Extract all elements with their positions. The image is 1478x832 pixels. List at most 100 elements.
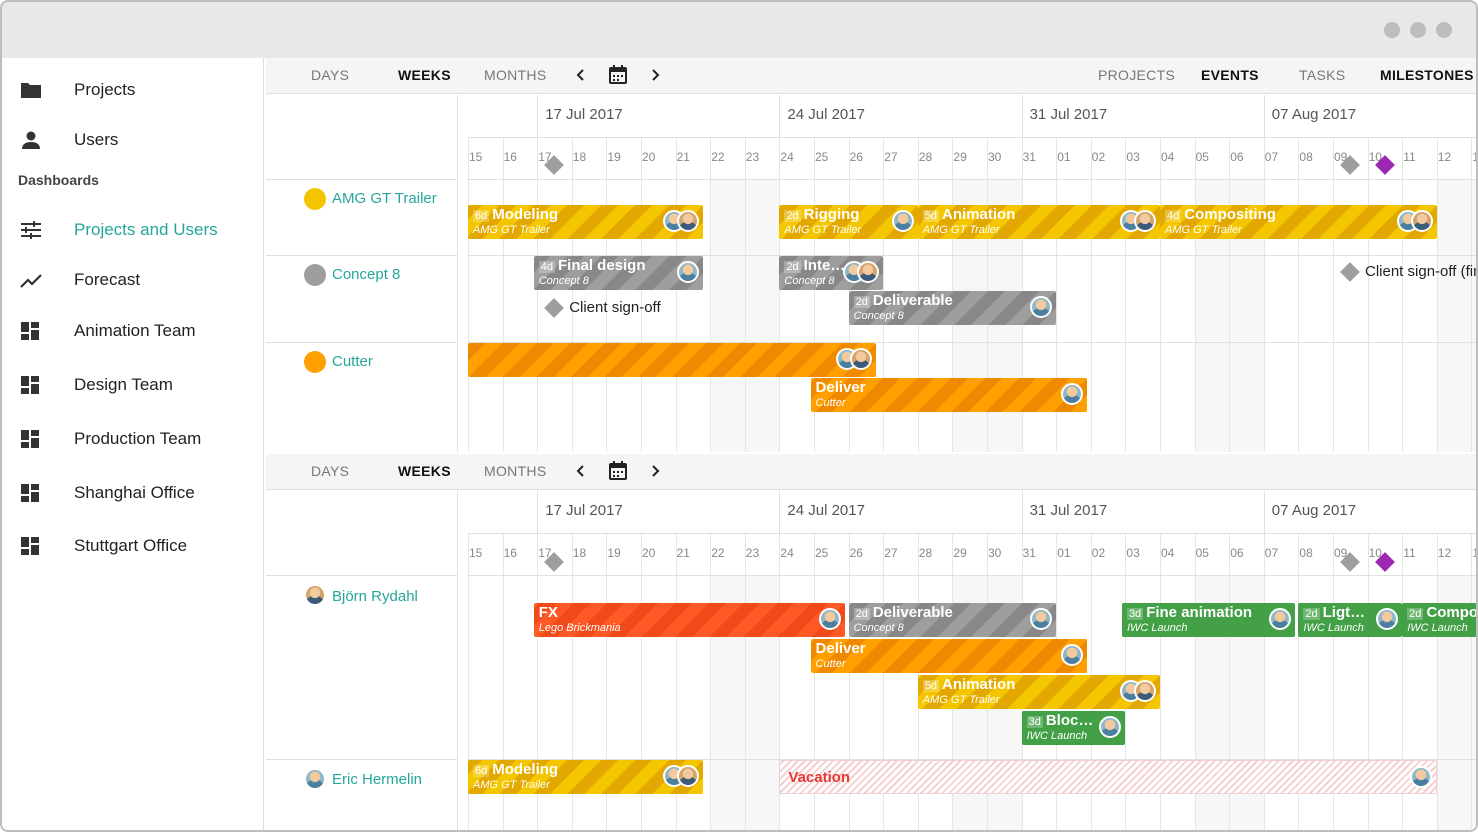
day-gridline xyxy=(1333,137,1334,452)
sidebar-item-production-team[interactable]: Production Team xyxy=(2,419,264,459)
task-bar-lighting[interactable]: 2d Ligt… IWC Launch xyxy=(1298,603,1403,637)
task-bar-fine-animation[interactable]: 3d Fine animation IWC Launch xyxy=(1121,603,1295,637)
bar-title: 2d Deliverable xyxy=(853,292,953,309)
day-label: 11 xyxy=(1403,546,1416,560)
sidebar-item-shanghai-office[interactable]: Shanghai Office xyxy=(2,473,264,513)
day-label: 30 xyxy=(988,150,1002,164)
sidebar-item-design-team[interactable]: Design Team xyxy=(2,365,264,405)
bar-title-text: Bloc… xyxy=(1045,712,1094,729)
task-bar-rigging[interactable]: 2d Rigging AMG GT Trailer xyxy=(779,205,918,239)
assignee-avatar xyxy=(677,765,700,787)
task-bar-integration[interactable]: 2d Inte… Concept 8 xyxy=(779,256,884,290)
days-view-button[interactable]: DAYS xyxy=(311,463,349,479)
day-label: 27 xyxy=(884,150,898,164)
months-view-button[interactable]: MONTHS xyxy=(484,463,546,479)
days-view-button[interactable]: DAYS xyxy=(311,67,349,83)
task-bar-cutter[interactable] xyxy=(468,343,877,377)
bar-duration: 2d xyxy=(784,210,801,222)
task-bar-blocking[interactable]: 3d Bloc… IWC Launch xyxy=(1021,711,1126,745)
row-divider xyxy=(266,179,458,180)
sidebar-item-users[interactable]: Users xyxy=(2,120,264,160)
sidebar-item-stuttgart-office[interactable]: Stuttgart Office xyxy=(2,526,264,566)
window-control-dot[interactable] xyxy=(1384,22,1400,38)
sidebar-item-animation-team[interactable]: Animation Team xyxy=(2,311,264,351)
chevron-left-icon[interactable] xyxy=(570,460,592,482)
window-control-dot[interactable] xyxy=(1410,22,1426,38)
row-name-concept-8[interactable]: Concept 8 xyxy=(332,266,400,283)
task-bar-deliverable[interactable]: 2d Deliverable Concept 8 xyxy=(848,291,1057,325)
chevron-right-icon[interactable] xyxy=(644,64,666,86)
row-name-eric-hermelin[interactable]: Eric Hermelin xyxy=(332,771,422,788)
calendar-icon[interactable] xyxy=(607,64,629,86)
bar-duration: 2d xyxy=(853,608,870,620)
row-name-bjorn-rydahl[interactable]: Björn Rydahl xyxy=(332,588,418,605)
projects-filter-button[interactable]: PROJECTS xyxy=(1098,67,1175,83)
day-label: 04 xyxy=(1161,546,1175,560)
task-bar-deliverable[interactable]: 2d Deliverable Concept 8 xyxy=(848,603,1057,637)
milestone-diamond-icon[interactable] xyxy=(1340,262,1360,282)
task-bar-animation[interactable]: 5d Animation AMG GT Trailer xyxy=(917,675,1160,709)
task-bar-modeling[interactable]: 6d Modeling AMG GT Trailer xyxy=(468,205,704,239)
events-filter-button[interactable]: EVENTS xyxy=(1201,67,1259,83)
window-control-dot[interactable] xyxy=(1436,22,1452,38)
task-bar-compositing[interactable]: 4d Compositing AMG GT Trailer xyxy=(1160,205,1437,239)
calendar-icon[interactable] xyxy=(607,460,629,482)
task-bar-fx[interactable]: FX Lego Brickmania xyxy=(533,603,846,637)
task-bar-deliver[interactable]: Deliver Cutter xyxy=(810,378,1088,412)
day-gridline xyxy=(744,137,746,452)
row-label-column: Björn Rydahl Eric Hermelin xyxy=(266,491,458,830)
week-divider xyxy=(779,95,781,137)
sidebar-item-projects-and-users[interactable]: Projects and Users xyxy=(2,210,264,250)
task-bar-modeling[interactable]: 6d Modeling AMG GT Trailer xyxy=(468,760,704,794)
project-color-dot xyxy=(304,351,326,373)
timeline-grid: 15 16 17 18 19 20 21 22 23 24 25 26 27 28 29 30 31 01 02 03… xyxy=(468,491,1476,830)
header-divider xyxy=(468,137,1476,138)
day-label: 19 xyxy=(607,546,621,560)
weeks-view-button[interactable]: WEEKS xyxy=(398,67,451,83)
week-label: 24 Jul 2017 xyxy=(787,502,865,519)
day-label: 23 xyxy=(745,546,760,560)
bar-title: Vacation xyxy=(788,769,850,786)
day-label: 25 xyxy=(815,546,829,560)
weeks-view-button[interactable]: WEEKS xyxy=(398,463,451,479)
bar-subtitle: AMG GT Trailer xyxy=(1165,224,1242,236)
project-color-dot xyxy=(304,264,326,286)
week-label: 07 Aug 2017 xyxy=(1271,502,1357,519)
day-label: 07 xyxy=(1264,546,1279,560)
bar-subtitle: Cutter xyxy=(815,397,846,409)
day-label: 11 xyxy=(1403,150,1416,164)
bar-title: Deliver xyxy=(816,640,866,657)
day-label: 05 xyxy=(1195,150,1209,164)
day-label: 31 xyxy=(1022,150,1036,164)
sidebar-item-forecast[interactable]: Forecast xyxy=(2,260,264,300)
day-gridline xyxy=(641,137,642,452)
row-name-amg-gt-trailer[interactable]: AMG GT Trailer xyxy=(332,190,437,207)
weekend-shade xyxy=(1436,180,1472,452)
sidebar-item-projects[interactable]: Projects xyxy=(2,70,264,110)
bar-duration: 4d xyxy=(538,261,555,273)
dashboard-icon xyxy=(21,484,39,502)
task-bar-compositing[interactable]: 2d Compo IWC Launch xyxy=(1402,603,1476,637)
milestone-diamond-icon[interactable] xyxy=(544,298,565,318)
day-label: 15 xyxy=(469,546,483,560)
day-label: 28 xyxy=(918,150,933,164)
task-bar-animation[interactable]: 5d Animation AMG GT Trailer xyxy=(917,205,1160,239)
chevron-left-icon[interactable] xyxy=(570,64,592,86)
bar-subtitle: Cutter xyxy=(815,658,846,670)
task-bar-deliver[interactable]: Deliver Cutter xyxy=(810,639,1088,673)
folder-icon xyxy=(21,83,41,98)
bar-subtitle: AMG GT Trailer xyxy=(473,779,550,791)
bar-duration: 2d xyxy=(784,261,801,273)
bar-title-text: Rigging xyxy=(803,206,860,223)
day-label: 12 xyxy=(1437,150,1452,164)
tasks-filter-button[interactable]: TASKS xyxy=(1299,67,1345,83)
assignee-avatar xyxy=(1410,210,1433,232)
milestones-filter-button[interactable]: MILESTONES xyxy=(1380,67,1474,83)
assignee-avatar xyxy=(1409,766,1432,788)
months-view-button[interactable]: MONTHS xyxy=(484,67,546,83)
chevron-right-icon[interactable] xyxy=(644,460,666,482)
row-name-cutter[interactable]: Cutter xyxy=(332,353,373,370)
bar-title-text: Modeling xyxy=(492,206,559,223)
vacation-bar[interactable]: Vacation xyxy=(779,760,1437,794)
task-bar-final-design[interactable]: 4d Final design Concept 8 xyxy=(533,256,704,290)
